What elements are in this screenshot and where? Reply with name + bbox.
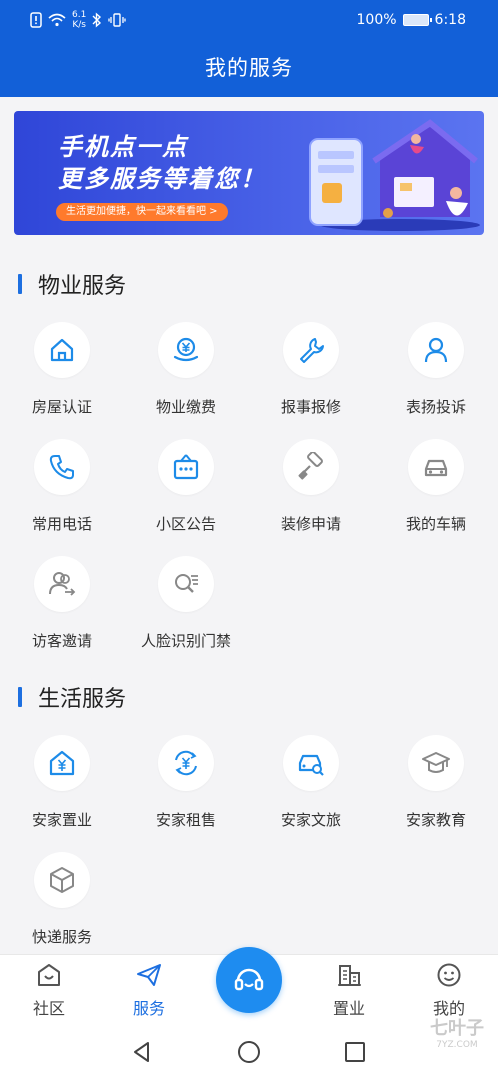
service-label: 装修申请 — [280, 515, 341, 533]
visitor-icon — [49, 572, 76, 596]
service-express[interactable]: 快递服务 — [0, 852, 124, 947]
service-label: 我的车辆 — [405, 515, 466, 533]
service-notice[interactable]: 小区公告 — [124, 439, 248, 534]
building-icon — [338, 965, 361, 986]
network-speed: 6.1 K/s — [72, 10, 87, 30]
smiley-icon — [437, 963, 461, 987]
watermark-sub: 7YZ.COM — [436, 1040, 478, 1050]
service-label: 安家置业 — [31, 811, 92, 829]
promo-banner[interactable]: 手机点一点 更多服务等着您！ 生活更加便捷，快一起来看看吧 > — [14, 111, 484, 235]
service-house-certify[interactable]: 房屋认证 — [0, 322, 124, 417]
clock: 6:18 — [434, 12, 466, 28]
headset-icon — [234, 968, 264, 991]
watermark-text: 七叶子 — [430, 1018, 484, 1039]
house-icon — [50, 338, 74, 362]
person-icon — [424, 337, 448, 363]
service-travel[interactable]: 安家文旅 — [249, 735, 373, 830]
section-title-property: 物业服务 — [18, 268, 126, 300]
section-title-life: 生活服务 — [18, 681, 126, 713]
service-label: 快递服务 — [31, 928, 92, 946]
house-yuan-icon — [49, 750, 75, 776]
service-repair[interactable]: 报事报修 — [249, 322, 373, 417]
service-label: 人脸识别门禁 — [140, 632, 231, 650]
notice-board-icon — [173, 454, 199, 480]
section-marker — [18, 687, 22, 707]
car-search-icon — [298, 754, 324, 776]
watermark: 七叶子 7YZ.COM — [430, 1014, 484, 1050]
community-icon — [38, 964, 60, 986]
section-title-text: 物业服务 — [38, 274, 127, 299]
section-marker — [18, 274, 22, 294]
status-bar: 6.1 K/s 100% 6:18 — [0, 0, 498, 42]
tab-label: 服务 — [132, 999, 165, 1018]
app-header: 6.1 K/s 100% 6:18 我的服务 — [0, 0, 498, 97]
tab-label: 社区 — [32, 999, 65, 1018]
section-title-text: 生活服务 — [38, 687, 127, 712]
service-label: 物业缴费 — [155, 398, 216, 416]
tab-label: 置业 — [332, 999, 365, 1018]
face-scan-icon — [175, 574, 198, 593]
vibrate-icon — [108, 13, 126, 27]
page-title: 我的服务 — [205, 56, 293, 80]
service-renovation[interactable]: 装修申请 — [249, 439, 373, 534]
yuan-exchange-icon — [175, 750, 197, 776]
graduation-cap-icon — [422, 752, 450, 773]
system-nav-bar — [0, 1024, 498, 1080]
banner-headline-2: 更多服务等着您！ — [58, 165, 266, 193]
banner-illustration — [309, 119, 480, 231]
service-home-buying[interactable]: 安家置业 — [0, 735, 124, 830]
service-education[interactable]: 安家教育 — [374, 735, 498, 830]
service-label: 表扬投诉 — [405, 398, 466, 416]
battery-icon — [402, 14, 432, 26]
service-label: 安家教育 — [405, 811, 466, 829]
service-label: 小区公告 — [155, 515, 216, 533]
tab-community[interactable]: 社区 — [4, 961, 94, 1019]
service-label: 房屋认证 — [31, 398, 92, 416]
tab-services[interactable]: 服务 — [104, 961, 194, 1019]
phone-icon — [49, 455, 74, 480]
service-label: 访客邀请 — [31, 632, 92, 650]
service-label: 常用电话 — [31, 515, 92, 533]
service-property-fee[interactable]: 物业缴费 — [124, 322, 248, 417]
customer-service-button[interactable] — [216, 947, 282, 1013]
yuan-payment-icon — [173, 337, 199, 362]
tab-mine[interactable]: 我的 — [404, 961, 494, 1019]
bluetooth-icon — [92, 12, 102, 28]
service-label: 安家文旅 — [280, 811, 341, 829]
service-label: 安家租售 — [155, 811, 216, 829]
service-rental[interactable]: 安家租售 — [124, 735, 248, 830]
banner-cta[interactable]: 生活更加便捷，快一起来看看吧 > — [56, 203, 228, 221]
paint-roller-icon — [298, 452, 323, 480]
sim-alert-icon — [30, 12, 42, 28]
service-visitor[interactable]: 访客邀请 — [0, 556, 124, 651]
car-icon — [424, 459, 448, 477]
paper-plane-icon — [137, 964, 161, 986]
service-phonebook[interactable]: 常用电话 — [0, 439, 124, 534]
package-icon — [50, 867, 74, 893]
service-face-access[interactable]: 人脸识别门禁 — [124, 556, 248, 651]
banner-headline-1: 手机点一点 — [58, 133, 188, 161]
tab-property[interactable]: 置业 — [304, 961, 394, 1019]
service-my-vehicle[interactable]: 我的车辆 — [374, 439, 498, 534]
service-label: 报事报修 — [280, 398, 341, 416]
battery-percent: 100% — [356, 12, 397, 28]
home-icon[interactable] — [237, 1040, 261, 1064]
back-icon[interactable] — [130, 1040, 154, 1064]
wifi-icon — [48, 13, 66, 27]
service-feedback[interactable]: 表扬投诉 — [374, 322, 498, 417]
wrench-icon — [300, 338, 324, 363]
recents-icon[interactable] — [343, 1040, 367, 1064]
